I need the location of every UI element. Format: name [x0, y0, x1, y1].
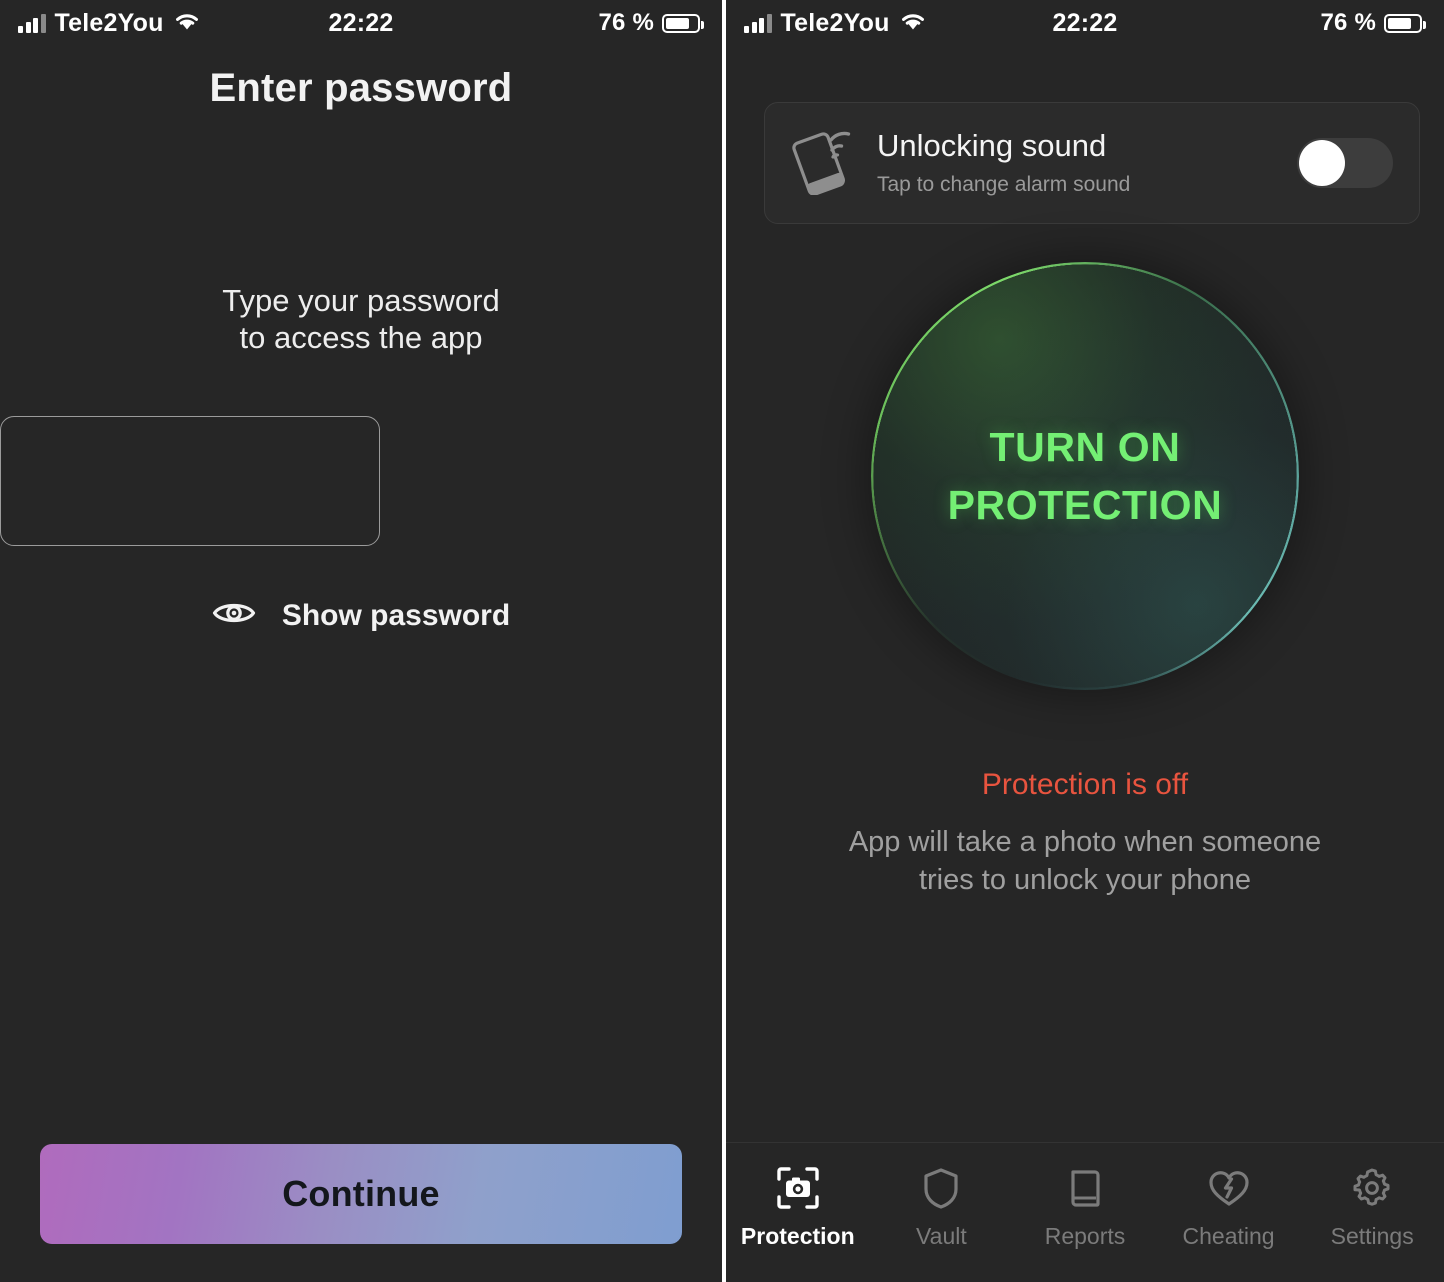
- dual-screenshot: Tele2You 22:22 76 % Enter password Type …: [0, 0, 1444, 1282]
- wifi-icon: [173, 9, 201, 38]
- wifi-icon: [899, 9, 927, 38]
- password-input[interactable]: [0, 416, 380, 547]
- status-bar-right-group: 76 %: [1320, 9, 1426, 37]
- tab-settings-label: Settings: [1330, 1223, 1414, 1249]
- tab-cheating-label: Cheating: [1182, 1223, 1275, 1249]
- carrier-name: Tele2You: [780, 8, 890, 37]
- status-bar-left-group: Tele2You: [18, 9, 201, 38]
- tab-vault[interactable]: Vault: [870, 1165, 1014, 1250]
- eye-icon[interactable]: [212, 598, 256, 633]
- switch-knob: [1299, 140, 1345, 186]
- protection-area: TURN ON PROTECTION: [726, 262, 1444, 732]
- right-phone-screen: Tele2You 22:22 76 % Unlocking sound Tap …: [726, 0, 1444, 1282]
- continue-button[interactable]: Continue: [40, 1144, 682, 1244]
- protection-label-line1: TURN ON: [989, 423, 1181, 470]
- battery-percent: 76 %: [598, 9, 654, 36]
- protection-label-line2: PROTECTION: [947, 482, 1223, 528]
- tab-protection[interactable]: Protection: [726, 1165, 870, 1250]
- left-phone-screen: Tele2You 22:22 76 % Enter password Type …: [0, 0, 722, 1282]
- password-prompt-line1: Type your password: [222, 283, 500, 318]
- book-icon: [1062, 1165, 1108, 1211]
- tab-cheating[interactable]: Cheating: [1157, 1165, 1301, 1250]
- phone-ringing-icon: [791, 127, 853, 200]
- status-bar-left-group: Tele2You: [744, 9, 927, 38]
- signal-bars-icon: [18, 13, 46, 33]
- turn-on-protection-button[interactable]: TURN ON PROTECTION: [871, 262, 1299, 690]
- status-bar-right: Tele2You 22:22 76 %: [726, 0, 1444, 46]
- status-bar-left: Tele2You 22:22 76 %: [0, 0, 722, 46]
- battery-percent: 76 %: [1320, 9, 1376, 36]
- bottom-tab-bar: Protection Vault Reports Cheating Settin…: [726, 1142, 1444, 1282]
- gear-icon: [1349, 1165, 1395, 1211]
- battery-icon: [1384, 13, 1426, 33]
- password-prompt: Type your password to access the app: [0, 283, 722, 356]
- protection-description-line2: tries to unlock your phone: [918, 863, 1252, 896]
- tab-reports[interactable]: Reports: [1013, 1165, 1157, 1250]
- carrier-name: Tele2You: [54, 8, 164, 37]
- protection-description: App will take a photo when someone tries…: [726, 824, 1444, 899]
- password-prompt-line2: to access the app: [239, 319, 483, 355]
- signal-bars-icon: [744, 13, 772, 33]
- turn-on-protection-label: TURN ON PROTECTION: [948, 418, 1223, 534]
- status-bar-right-group: 76 %: [598, 9, 704, 37]
- protection-description-line1: App will take a photo when someone: [848, 826, 1322, 858]
- page-title: Enter password: [209, 66, 513, 110]
- tab-protection-label: Protection: [740, 1223, 855, 1249]
- camera-scan-icon: [775, 1165, 821, 1211]
- unlocking-sound-subtitle: Tap to change alarm sound: [877, 172, 1131, 196]
- unlocking-sound-card[interactable]: Unlocking sound Tap to change alarm soun…: [764, 102, 1420, 224]
- protection-status-text: Protection is off: [981, 768, 1189, 801]
- unlocking-sound-texts: Unlocking sound Tap to change alarm soun…: [877, 129, 1273, 196]
- broken-heart-icon: [1206, 1165, 1252, 1211]
- tab-vault-label: Vault: [916, 1223, 967, 1249]
- show-password-label: Show password: [281, 598, 511, 632]
- unlocking-sound-switch[interactable]: [1297, 138, 1393, 188]
- shield-icon: [918, 1165, 964, 1211]
- battery-icon: [662, 13, 704, 33]
- tab-reports-label: Reports: [1044, 1223, 1126, 1249]
- tab-settings[interactable]: Settings: [1300, 1165, 1444, 1250]
- show-password-toggle[interactable]: Show password: [171, 598, 551, 633]
- unlocking-sound-title: Unlocking sound: [877, 128, 1107, 164]
